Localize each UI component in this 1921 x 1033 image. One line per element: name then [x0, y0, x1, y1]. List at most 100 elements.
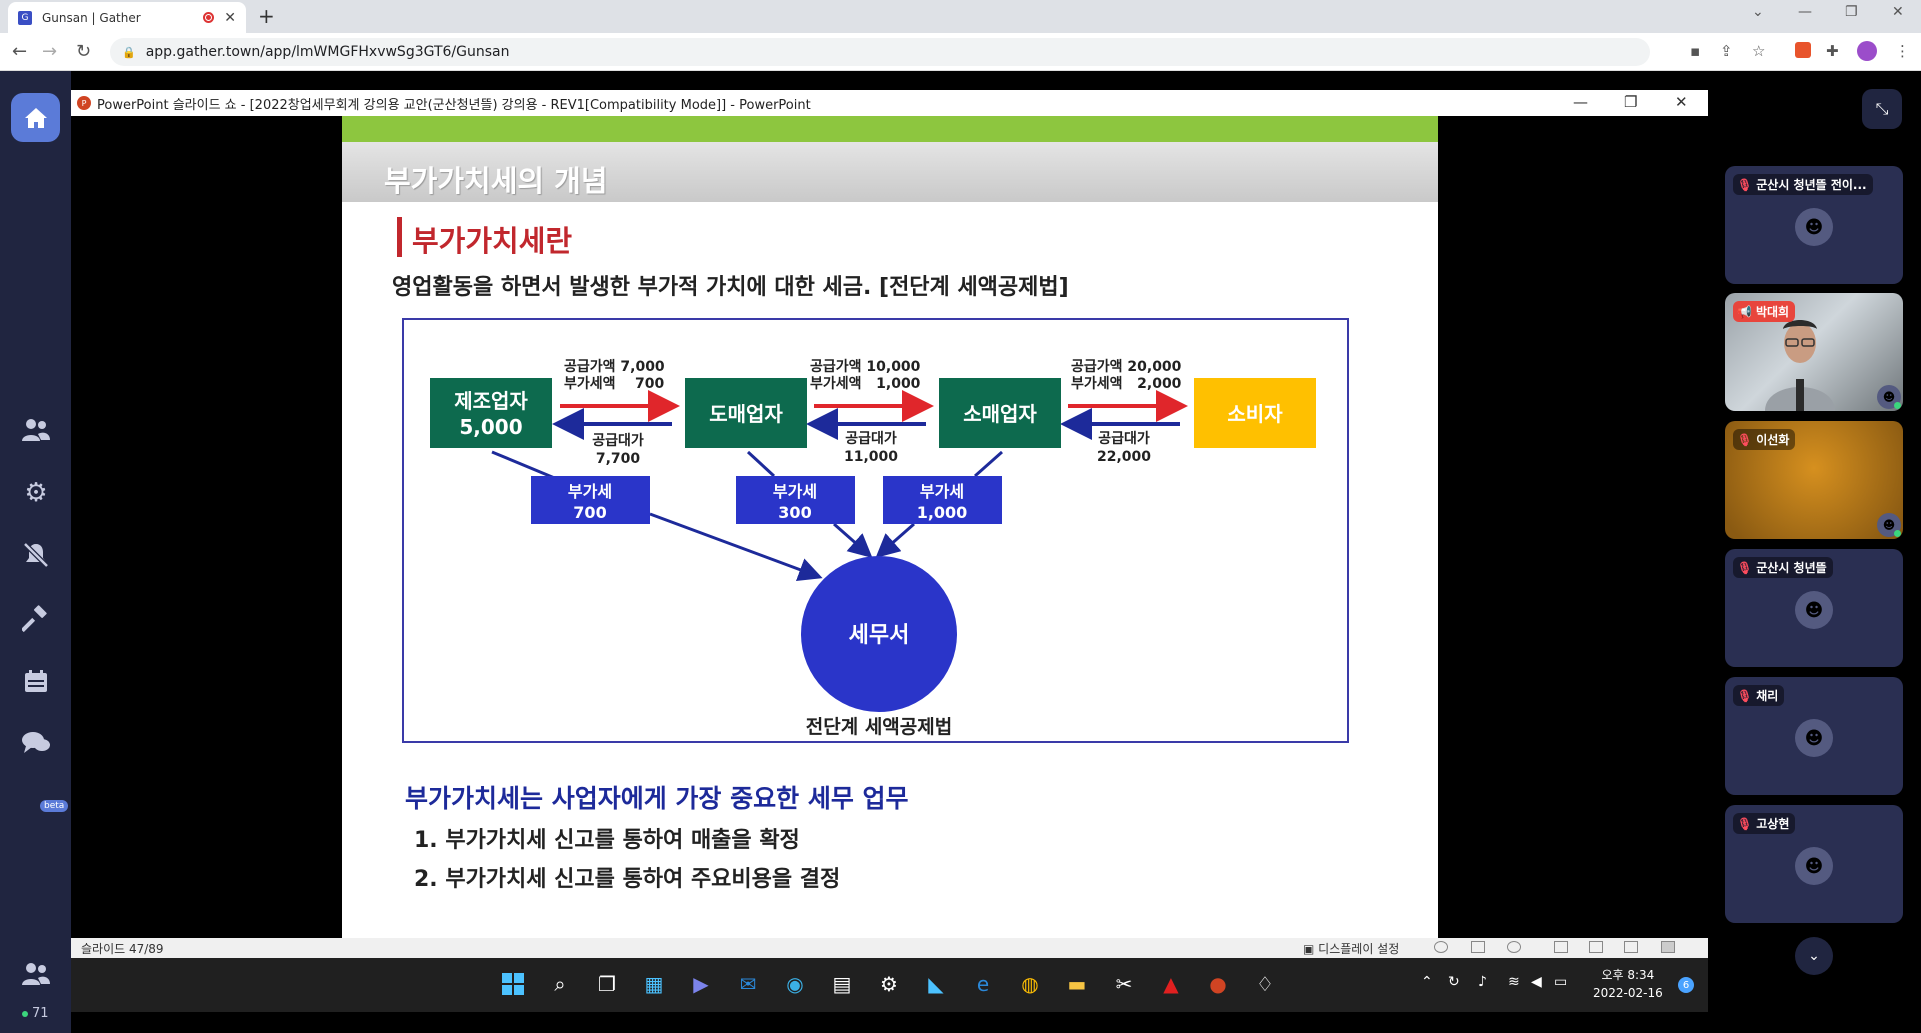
prev-slide-icon[interactable] — [1434, 941, 1448, 953]
edge-icon[interactable]: ◉ — [782, 971, 808, 997]
participant-name: 이선화 — [1756, 433, 1790, 447]
chrome-menu-icon[interactable]: ⋮ — [1895, 42, 1910, 60]
scroll-participants-down-button[interactable]: ⌄ — [1795, 937, 1833, 975]
clock[interactable]: 오후 8:34 2022-02-16 — [1593, 966, 1663, 1002]
browser-tab[interactable]: G Gunsan | Gather ✕ — [8, 2, 246, 33]
back-arrow-icon[interactable]: ← — [12, 41, 27, 62]
payment-label-2-line2: 11,000 — [844, 449, 898, 465]
puzzle-extensions-icon[interactable]: ✚ — [1826, 42, 1839, 60]
participant-avatar-icon: ☻ — [1795, 591, 1833, 629]
profile-avatar-icon[interactable] — [1857, 41, 1877, 61]
reading-view-icon[interactable] — [1624, 941, 1638, 953]
vat-box-1-label: 부가세 — [568, 482, 612, 501]
address-bar[interactable]: 🔒 app.gather.town/app/lmWMGFHxvwSg3GT6/G… — [110, 38, 1650, 66]
forward-arrow-icon[interactable]: → — [42, 41, 57, 62]
participant-name-badge: 🎙 이선화 — [1733, 429, 1796, 450]
calendar-icon[interactable] — [18, 663, 54, 699]
bookmark-star-icon[interactable]: ☆ — [1752, 42, 1765, 60]
people-icon[interactable] — [18, 412, 54, 448]
teams-chat-icon[interactable]: ▶ — [688, 971, 714, 997]
participant-tile[interactable]: 🎙 고상현 ☻ — [1725, 805, 1903, 923]
slide-header-title: 부가가치세의 개념 — [384, 164, 608, 198]
pp-minimize-button[interactable]: — — [1573, 93, 1588, 111]
point-1: 1. 부가가치세 신고를 통하여 매출을 확정 — [414, 828, 800, 853]
chrome-icon[interactable]: ◍ — [1017, 971, 1043, 997]
store-icon[interactable]: ▤ — [829, 971, 855, 997]
extension-icon[interactable] — [1795, 42, 1811, 58]
build-hammer-icon[interactable] — [18, 601, 54, 637]
participant-tile[interactable]: 🎙 채리 ☻ — [1725, 677, 1903, 795]
pp-close-button[interactable]: ✕ — [1675, 93, 1688, 111]
notification-badge[interactable]: 6 — [1678, 977, 1694, 993]
task-view-icon[interactable]: ❐ — [594, 971, 620, 997]
gather-sidebar: ⚙ beta 71 — [0, 71, 71, 1033]
browser-tab-strip: G Gunsan | Gather ✕ + ⌄ — ❐ ✕ — [0, 0, 1921, 33]
close-window-button[interactable]: ✕ — [1892, 4, 1904, 20]
mail-icon[interactable]: ✉ — [735, 971, 761, 997]
payment-label-1-line1: 공급대가 — [592, 433, 644, 449]
sync-icon[interactable]: ↻ — [1448, 974, 1460, 990]
supply-label-2-line2: 부가세액 1,000 — [810, 375, 921, 392]
next-slide-icon[interactable] — [1507, 941, 1521, 953]
vat-box-3-value: 1,000 — [917, 503, 968, 522]
online-dot-icon — [22, 1010, 28, 1017]
participant-name: 박대희 — [1755, 305, 1790, 319]
screen: G Gunsan | Gather ✕ + ⌄ — ❐ ✕ ← → ↻ 🔒 ap… — [0, 0, 1921, 1033]
share-icon[interactable]: ⇪ — [1720, 42, 1733, 60]
participant-name: 고상현 — [1756, 817, 1790, 831]
chat-icon[interactable] — [18, 725, 54, 761]
close-tab-icon[interactable]: ✕ — [224, 10, 236, 26]
widgets-icon[interactable]: ▦ — [641, 971, 667, 997]
participant-tile[interactable]: 🎙 군산시 청년뜰 전이... ☻ — [1725, 166, 1903, 284]
powerpoint-statusbar: 슬라이드 47/89 ▣ 디스플레이 설정 — [71, 938, 1708, 958]
settings-gear-icon[interactable]: ⚙ — [876, 971, 902, 997]
online-count: 71 — [22, 1006, 49, 1021]
tax-office-label: 세무서 — [849, 623, 910, 648]
reload-icon[interactable]: ↻ — [76, 41, 91, 62]
participant-tile-presenter[interactable]: 📢 박대희 ☻ — [1725, 293, 1903, 411]
normal-view-icon[interactable] — [1554, 941, 1568, 953]
display-settings-button[interactable]: ▣ 디스플레이 설정 — [1303, 940, 1399, 957]
online-count-value: 71 — [32, 1006, 49, 1021]
search-icon[interactable]: ⌕ — [547, 971, 573, 997]
participants-icon[interactable] — [18, 956, 54, 992]
mic-muted-icon: 🎙 — [1737, 688, 1753, 703]
tab-search-icon[interactable]: ⌄ — [1752, 4, 1764, 20]
supply-label-3-line1: 공급가액 20,000 — [1071, 358, 1182, 375]
slide: 부가가치세의 개념 부가가치세란 영업활동을 하면서 발생한 부가적 가치에 대… — [342, 116, 1438, 938]
new-tab-button[interactable]: + — [258, 4, 275, 28]
snipping-tool-icon[interactable]: ✂ — [1111, 971, 1137, 997]
tab-title: Gunsan | Gather — [42, 10, 141, 25]
powerpoint-titlebar: P PowerPoint 슬라이드 쇼 - [2022창업세무회계 강의용 교안… — [71, 90, 1708, 116]
slide-sorter-icon[interactable] — [1589, 941, 1603, 953]
volume-icon[interactable]: ◀ — [1531, 974, 1542, 990]
mute-notifications-icon[interactable] — [18, 537, 54, 573]
minimize-window-button[interactable]: — — [1798, 4, 1812, 20]
browser-toolbar: ← → ↻ 🔒 app.gather.town/app/lmWMGFHxvwSg… — [0, 33, 1921, 71]
acrobat-icon[interactable]: ▲ — [1158, 971, 1184, 997]
microphone-icon[interactable]: ♪ — [1478, 974, 1487, 990]
file-explorer-icon[interactable]: ▬ — [1064, 971, 1090, 997]
gear-icon[interactable]: ⚙ — [18, 475, 54, 511]
restore-window-button[interactable]: ❐ — [1845, 4, 1858, 20]
participant-tile[interactable]: 🎙 이선화 ☻ — [1725, 421, 1903, 539]
recording-icon — [203, 12, 215, 23]
wifi-icon[interactable]: ≋ — [1508, 974, 1520, 990]
notes-icon[interactable] — [1471, 941, 1485, 953]
minimize-screenshare-button[interactable]: ⤡ — [1862, 89, 1902, 129]
bird-app-icon[interactable]: ◣ — [923, 971, 949, 997]
tray-overflow-icon[interactable]: ⌃ — [1421, 974, 1433, 990]
camera-icon[interactable]: ▪ — [1690, 42, 1700, 60]
home-icon[interactable] — [11, 93, 60, 142]
pp-restore-button[interactable]: ❐ — [1624, 93, 1637, 111]
slideshow-view-icon[interactable] — [1661, 941, 1675, 953]
internet-explorer-icon[interactable]: e — [970, 971, 996, 997]
participant-tile[interactable]: 🎙 군산시 청년뜰 ☻ — [1725, 549, 1903, 667]
windows-start-icon[interactable] — [500, 971, 526, 997]
megaphone-icon: 📢 — [1737, 304, 1752, 319]
battery-icon[interactable]: ▭ — [1554, 974, 1567, 990]
participant-avatar-icon: ☻ — [1795, 847, 1833, 885]
lightbulb-app-icon[interactable]: ♢ — [1252, 971, 1278, 997]
powerpoint-taskbar-icon[interactable]: ● — [1205, 971, 1231, 997]
flow-arrow-to-tax-office — [833, 522, 873, 558]
